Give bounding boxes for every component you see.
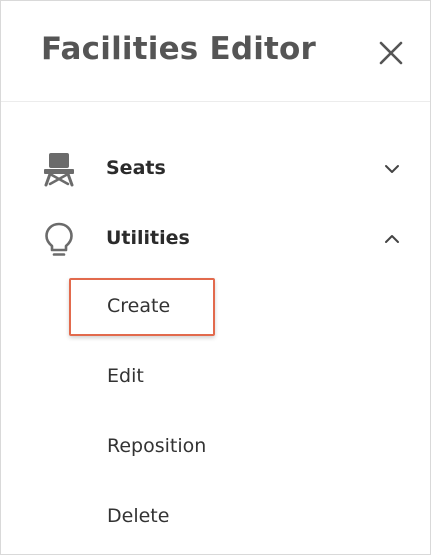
submenu-item-create[interactable]: Create [69, 278, 215, 336]
panel-header: Facilities Editor [1, 1, 430, 102]
submenu-item-label: Reposition [107, 435, 207, 457]
facilities-editor-panel: Facilities Editor Seats Utilities Create… [0, 0, 431, 555]
nav-item-utilities[interactable]: Utilities [1, 213, 430, 263]
chevron-up-icon [385, 235, 399, 243]
lightbulb-icon [45, 222, 73, 256]
close-button[interactable] [377, 39, 405, 67]
submenu-item-label: Delete [107, 505, 170, 527]
submenu-item-delete[interactable]: Delete [69, 488, 215, 546]
seat-icon [44, 153, 74, 187]
chevron-down-icon [385, 165, 399, 173]
nav-item-label: Utilities [106, 227, 190, 249]
submenu-item-reposition[interactable]: Reposition [69, 418, 215, 476]
panel-title: Facilities Editor [41, 31, 317, 67]
nav-item-seats[interactable]: Seats [1, 143, 430, 193]
submenu-item-label: Edit [107, 365, 144, 387]
nav-item-label: Seats [106, 157, 166, 179]
close-icon [379, 41, 403, 65]
submenu-item-label: Create [107, 295, 171, 317]
submenu-item-edit[interactable]: Edit [69, 348, 215, 406]
